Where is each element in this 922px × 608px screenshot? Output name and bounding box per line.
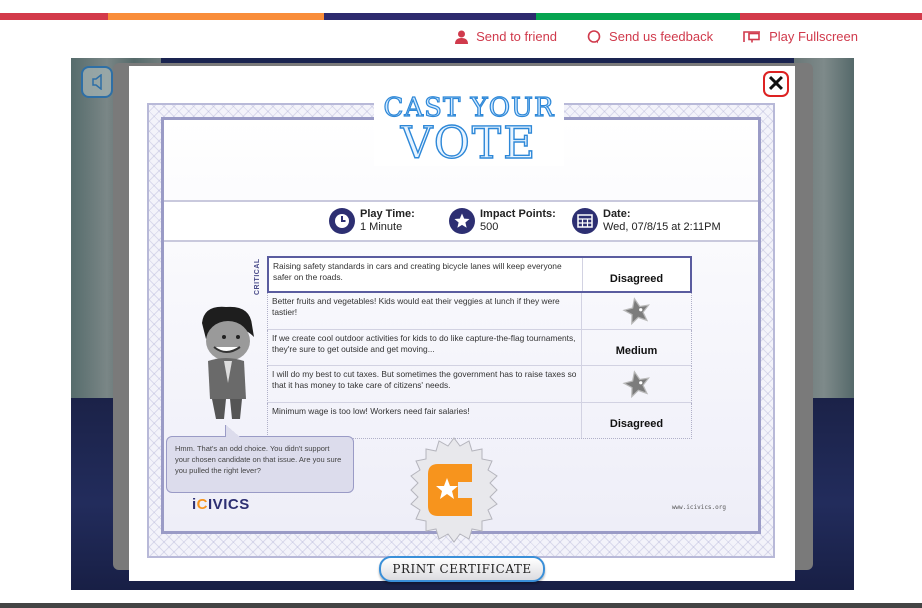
statement: If we create cool outdoor activities for… — [268, 329, 582, 365]
statement: Better fruits and vegetables! Kids would… — [268, 293, 582, 329]
stat-label: Date: — [603, 208, 631, 220]
statement: Minimum wage is too low! Workers need fa… — [268, 402, 582, 438]
statement: Raising safety standards in cars and cre… — [269, 258, 583, 291]
speaker-icon — [92, 74, 102, 90]
issues-table: CRITICAL Raising safety standards in car… — [254, 256, 692, 439]
color-segment — [536, 13, 740, 20]
table-row: Better fruits and vegetables! Kids would… — [267, 293, 692, 330]
stat-date: Date: Wed, 07/8/15 at 2:11PM — [572, 208, 721, 234]
table-row: CRITICAL Raising safety standards in car… — [254, 256, 692, 295]
bottom-bar — [0, 603, 922, 608]
clock-icon — [329, 208, 355, 234]
certificate: CAST YOUR VOTE Play Time: 1 Minute Impact… — [147, 93, 775, 558]
brand-color-bar — [0, 13, 922, 20]
table-row: I will do my best to cut taxes. But some… — [267, 366, 692, 403]
feedback-bubble: Hmm. That's an odd choice. You didn't su… — [166, 425, 354, 493]
result: Medium — [615, 345, 658, 358]
stat-value: 500 — [480, 221, 499, 233]
website-url: www.icivics.org — [671, 504, 726, 511]
close-button[interactable]: ✕ — [763, 71, 789, 97]
play-fullscreen-label: Play Fullscreen — [769, 29, 858, 44]
close-icon: ✕ — [766, 71, 786, 96]
gray-star-icon — [621, 296, 650, 325]
color-segment — [108, 13, 324, 20]
speech-bubble-icon — [587, 29, 601, 43]
send-feedback-label: Send us feedback — [609, 29, 714, 44]
certificate-body: CAST YOUR VOTE Play Time: 1 Minute Impact… — [161, 93, 761, 543]
title-line-2: VOTE — [400, 118, 538, 169]
stat-value: Wed, 07/8/15 at 2:11PM — [603, 221, 721, 233]
logo-c: C — [196, 496, 209, 513]
sound-toggle-button[interactable] — [81, 66, 113, 98]
game-canvas[interactable]: ✕ CAST YOUR VOTE Play Time: 1 Minute Impa… — [71, 58, 854, 590]
send-to-friend-label: Send to friend — [476, 29, 558, 44]
stat-label: Play Time: — [360, 208, 415, 220]
logo-text: IVICS — [208, 496, 250, 513]
color-segment — [0, 13, 108, 20]
result — [582, 366, 691, 402]
certificate-modal: ✕ CAST YOUR VOTE Play Time: 1 Minute Impa… — [129, 66, 795, 582]
candidate-avatar — [202, 306, 254, 419]
icivics-logo: iCIVICS — [192, 496, 250, 513]
play-fullscreen-link[interactable]: Play Fullscreen — [743, 29, 858, 44]
stat-play-time: Play Time: 1 Minute — [329, 208, 415, 234]
certificate-title: CAST YOUR VOTE — [374, 93, 564, 169]
calendar-icon — [572, 208, 598, 234]
result: Disagreed — [609, 272, 664, 285]
send-feedback-link[interactable]: Send us feedback — [587, 29, 713, 44]
result: Disagreed — [609, 418, 664, 431]
stats-band: Play Time: 1 Minute Impact Points: 500 Dat… — [164, 200, 758, 242]
stat-impact-points: Impact Points: 500 — [449, 208, 556, 234]
table-row: Minimum wage is too low! Workers need fa… — [267, 402, 692, 439]
stat-value: 1 Minute — [360, 221, 403, 233]
fullscreen-icon — [743, 31, 761, 43]
critical-label: CRITICAL — [254, 258, 261, 295]
icivics-seal — [410, 437, 498, 543]
gray-star-icon — [621, 369, 650, 398]
stat-label: Impact Points: — [480, 208, 556, 220]
star-icon — [449, 208, 475, 234]
result — [582, 293, 691, 329]
table-row: If we create cool outdoor activities for… — [267, 329, 692, 366]
person-icon — [455, 30, 469, 44]
top-links: Send to friend Send us feedback Play Ful… — [455, 29, 858, 44]
print-certificate-button[interactable]: PRINT CERTIFICATE — [379, 556, 545, 582]
statement: I will do my best to cut taxes. But some… — [268, 366, 582, 402]
color-segment — [740, 13, 922, 20]
send-to-friend-link[interactable]: Send to friend — [455, 29, 557, 44]
color-segment — [324, 13, 536, 20]
